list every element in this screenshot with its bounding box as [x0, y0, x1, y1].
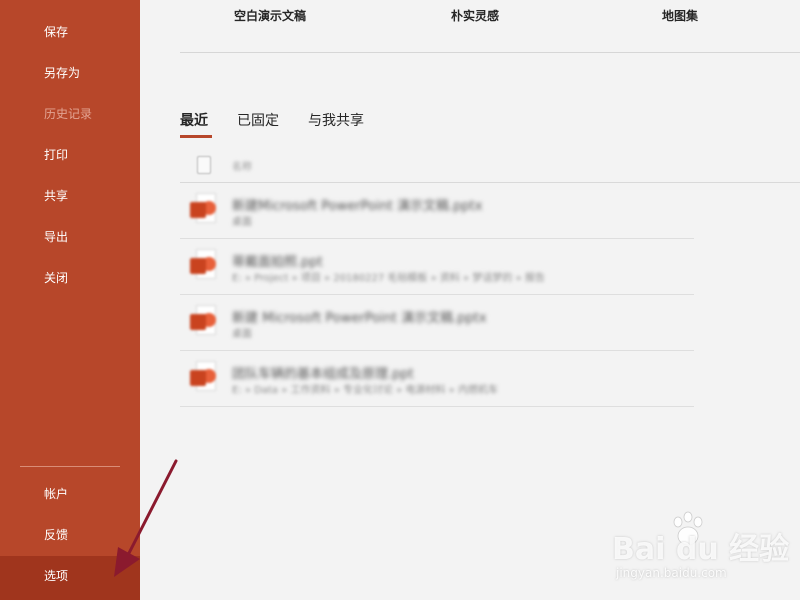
sidebar-item-account[interactable]: 帐户	[0, 474, 140, 514]
template-simple-inspiration[interactable]: 朴实灵感	[451, 7, 499, 24]
sidebar-item-feedback[interactable]: 反馈	[0, 515, 140, 555]
tab-recent[interactable]: 最近	[180, 110, 208, 130]
templates-divider	[180, 52, 800, 53]
file-row[interactable]: 新建Microsoft PowerPoint 演示文稿.pptx 桌面	[180, 183, 694, 239]
sidebar-item-save-as[interactable]: 另存为	[0, 53, 140, 93]
sidebar-item-close[interactable]: 关闭	[0, 258, 140, 298]
file-row[interactable]: 蒂戴面拍照.ppt E: » Project » 项目 » 20180227 毛…	[180, 239, 694, 295]
sidebar-item-share[interactable]: 共享	[0, 176, 140, 216]
sidebar-divider	[20, 466, 120, 467]
file-name: 新建 Microsoft PowerPoint 演示文稿.pptx	[232, 311, 487, 326]
file-path: E: » Project » 项目 » 20180227 毛毡模板 » 资料 »…	[232, 273, 545, 284]
file-name: 团队车辆的基本组成及原理.ppt	[232, 367, 414, 382]
sidebar-item-export[interactable]: 导出	[0, 217, 140, 257]
sidebar-item-save[interactable]: 保存	[0, 12, 140, 52]
file-path: E: » Data » 工作资料 » 专业化讨论 » 电源材料 » 内燃机车	[232, 385, 498, 396]
tab-pinned[interactable]: 已固定	[237, 110, 279, 130]
sidebar-item-options[interactable]: 选项	[0, 556, 140, 600]
powerpoint-file-icon	[190, 193, 216, 225]
file-name: 新建Microsoft PowerPoint 演示文稿.pptx	[232, 199, 483, 214]
list-header-name: 名称	[232, 162, 252, 173]
powerpoint-file-icon	[190, 249, 216, 281]
file-row[interactable]: 团队车辆的基本组成及原理.ppt E: » Data » 工作资料 » 专业化讨…	[180, 351, 694, 407]
powerpoint-file-icon	[190, 361, 216, 393]
document-icon	[197, 156, 211, 174]
row-divider	[180, 406, 694, 407]
template-atlas[interactable]: 地图集	[662, 7, 698, 24]
powerpoint-file-icon	[190, 305, 216, 337]
file-name: 蒂戴面拍照.ppt	[232, 255, 323, 270]
backstage-sidebar: 保存 另存为 历史记录 打印 共享 导出 关闭 帐户 反馈 选项	[0, 0, 140, 600]
list-header: 名称	[180, 150, 694, 182]
template-blank-presentation[interactable]: 空白演示文稿	[234, 7, 306, 24]
file-path: 桌面	[232, 329, 252, 340]
file-path: 桌面	[232, 217, 252, 228]
sidebar-item-print[interactable]: 打印	[0, 135, 140, 175]
file-row[interactable]: 新建 Microsoft PowerPoint 演示文稿.pptx 桌面	[180, 295, 694, 351]
tab-active-underline	[180, 135, 212, 138]
sidebar-item-history: 历史记录	[44, 107, 93, 121]
backstage-main: 空白演示文稿 朴实灵感 地图集 最近 已固定 与我共享 名称 新建Microso…	[140, 0, 800, 600]
tab-shared-with-me[interactable]: 与我共享	[308, 110, 364, 130]
